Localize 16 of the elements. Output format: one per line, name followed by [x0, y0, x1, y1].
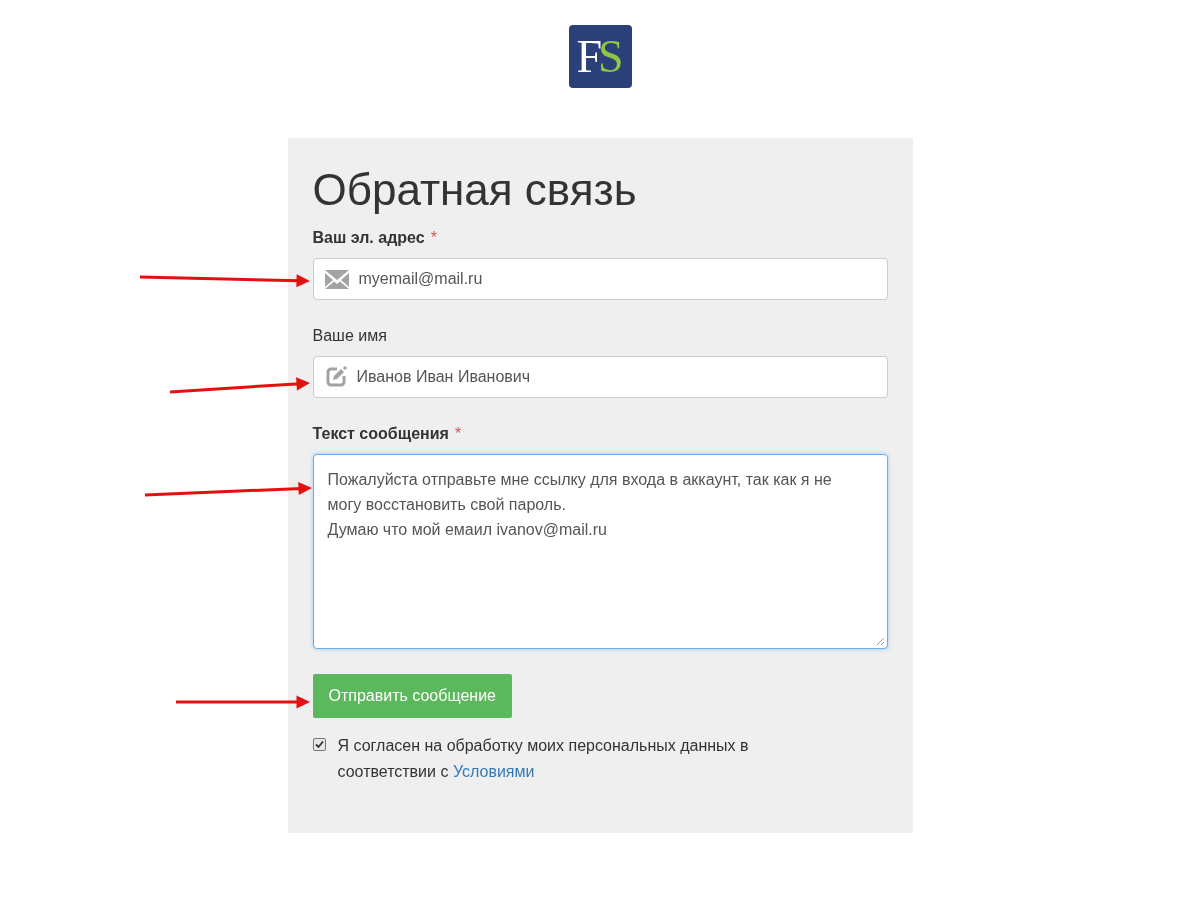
input-field[interactable]: myemail@mail.ru	[312, 258, 888, 300]
input-field[interactable]: Иванов Иван Иванович	[312, 356, 888, 398]
field-label: Ваше имя	[312, 326, 387, 346]
message-field[interactable]: Пожалуйста отправьте мне ссылку для входа в аккаунт, так как я не могу восстановить свой пароль. Думаю что мой емаил ivanov@mail.ru	[312, 454, 888, 649]
resize-handle-icon[interactable]	[874, 636, 885, 646]
edit-icon	[324, 366, 347, 388]
terms-link[interactable]: Условиями	[452, 763, 535, 780]
consent-checkbox[interactable]	[312, 738, 326, 751]
field-label: Текст сообщения	[312, 424, 449, 444]
consent-text: Я согласен на обработку моих персональных данных в соответствии с Условиями	[337, 736, 750, 782]
logo: FS	[568, 25, 632, 88]
field-label: Ваш эл. адрес	[312, 228, 425, 248]
required-mark: *	[454, 424, 462, 444]
required-mark: *	[430, 228, 437, 248]
form-title: Обратная связь	[312, 164, 638, 216]
envelope-icon	[324, 269, 349, 289]
